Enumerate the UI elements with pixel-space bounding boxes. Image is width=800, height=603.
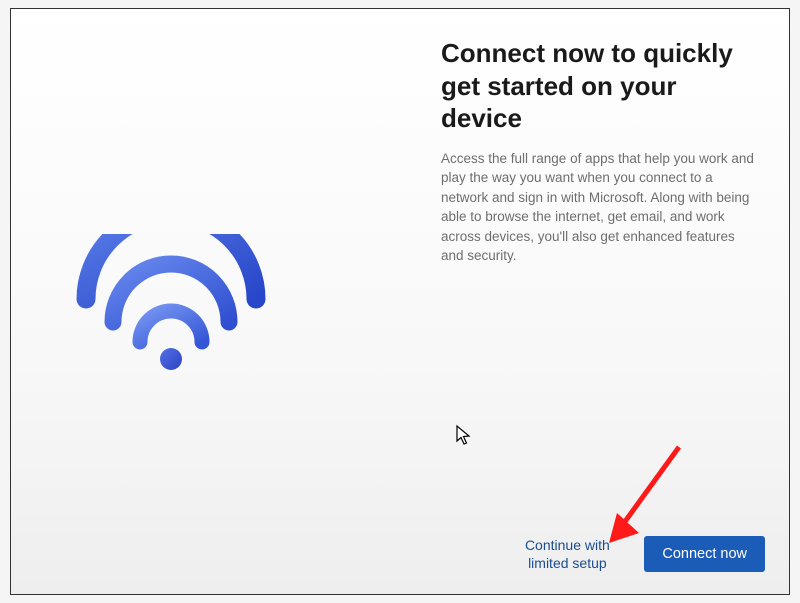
text-pane: Connect now to quickly get started on yo… bbox=[441, 9, 789, 594]
footer-actions: Continue with limited setup Connect now bbox=[512, 536, 765, 572]
illustration-pane bbox=[11, 9, 441, 594]
page-description: Access the full range of apps that help … bbox=[441, 149, 761, 266]
wifi-icon bbox=[71, 234, 271, 379]
connect-now-button[interactable]: Connect now bbox=[644, 536, 765, 572]
setup-dialog: Connect now to quickly get started on yo… bbox=[10, 8, 790, 595]
page-title: Connect now to quickly get started on yo… bbox=[441, 37, 761, 135]
content-area: Connect now to quickly get started on yo… bbox=[11, 9, 789, 594]
continue-limited-setup-button[interactable]: Continue with limited setup bbox=[512, 536, 622, 572]
